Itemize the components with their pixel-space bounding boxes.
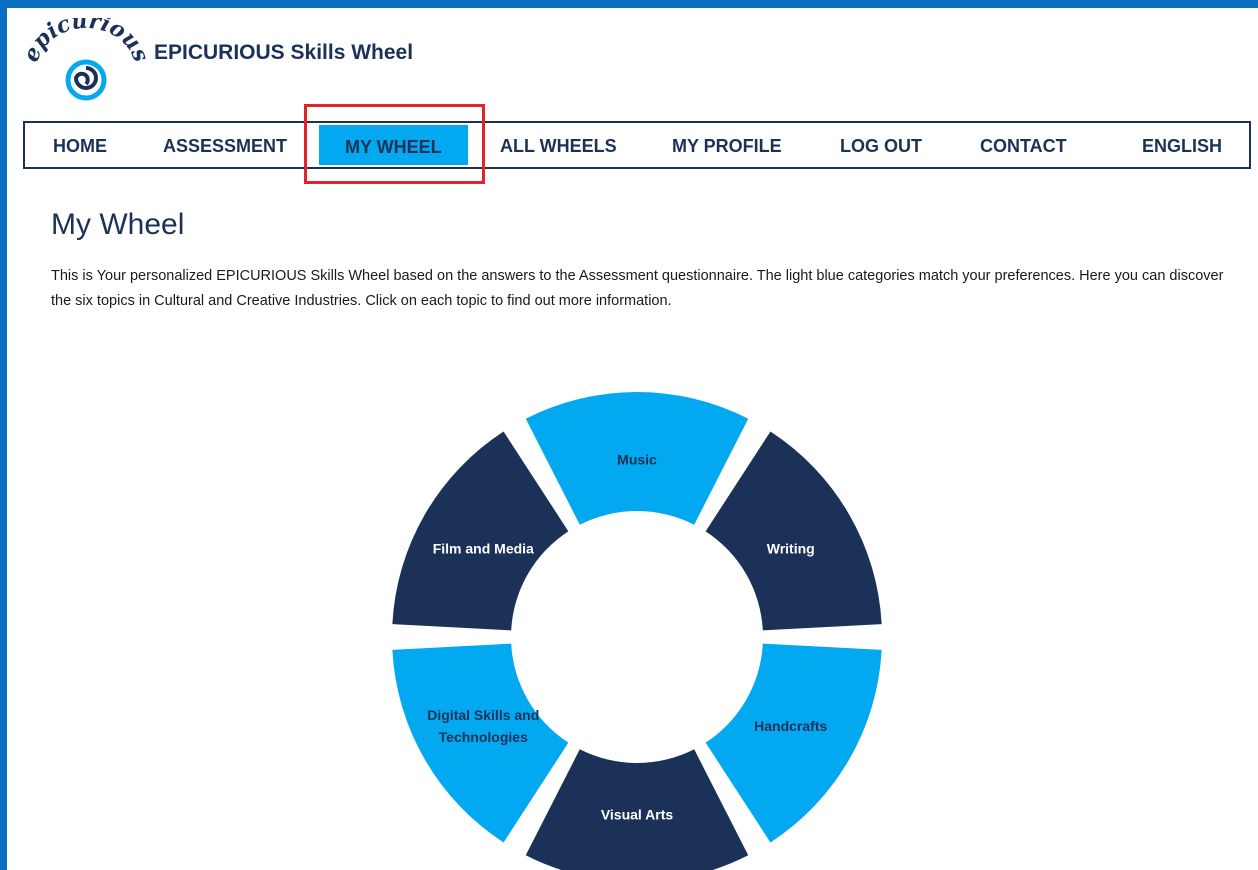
wheel-segment-handcrafts[interactable] (705, 643, 882, 843)
wheel-label-writing[interactable]: Writing (767, 540, 815, 556)
wheel-segment-writing[interactable] (705, 431, 882, 631)
wheel-segment-film-media[interactable] (392, 431, 569, 631)
wheel-label-film-media[interactable]: Film and Media (433, 540, 534, 556)
wheel-label-handcrafts[interactable]: Handcrafts (754, 718, 827, 734)
wheel-label-visual-arts[interactable]: Visual Arts (601, 807, 674, 823)
skills-wheel: MusicWritingHandcraftsVisual ArtsDigital… (392, 392, 882, 870)
wheel-label-music[interactable]: Music (617, 452, 657, 468)
